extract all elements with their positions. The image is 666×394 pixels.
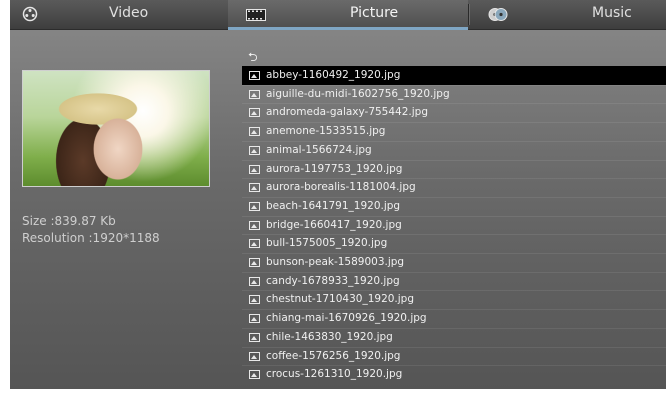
image-file-icon <box>249 108 260 118</box>
tab-music[interactable]: Music <box>468 0 666 29</box>
file-name: chile-1463830_1920.jpg <box>266 330 393 343</box>
image-file-icon <box>249 145 260 155</box>
file-list-item[interactable]: chile-1463830_1920.jpg <box>242 327 666 347</box>
file-name: bull-1575005_1920.jpg <box>266 237 388 250</box>
file-name: abbey-1160492_1920.jpg <box>266 69 401 81</box>
tab-video-label: Video <box>109 5 149 21</box>
file-list-item[interactable]: aurora-1197753_1920.jpg <box>242 159 666 179</box>
file-list-item[interactable]: anemone-1533515.jpg <box>242 122 666 141</box>
filmstrip-icon <box>246 9 266 21</box>
tab-picture-label: Picture <box>350 5 399 21</box>
file-list: ⮌ abbey-1160492_1920.jpg aiguille-du-midi… <box>242 48 666 388</box>
file-name: anemone-1533515.jpg <box>266 125 386 138</box>
file-size-text: Size :839.87 Kb <box>22 214 116 228</box>
media-player-window: Video Picture Music Size:839.87 Kb Reso… <box>10 0 666 389</box>
file-name: aiguille-du-midi-1602756_1920.jpg <box>266 87 450 100</box>
file-list-item[interactable]: aiguille-du-midi-1602756_1920.jpg <box>242 84 666 104</box>
image-file-icon <box>249 183 260 193</box>
file-name: beach-1641791_1920.jpg <box>266 199 401 212</box>
image-file-icon <box>249 239 260 249</box>
file-list-item[interactable]: andromeda-galaxy-755442.jpg <box>242 103 666 122</box>
file-name: coffee-1576256_1920.jpg <box>266 349 401 362</box>
back-icon[interactable]: ⮌ <box>248 48 268 64</box>
file-list-item[interactable]: abbey-1160492_1920.jpg <box>242 66 666 85</box>
selected-tab-indicator <box>228 27 468 30</box>
image-file-icon <box>249 276 260 286</box>
file-list-item[interactable]: candy-1678933_1920.jpg <box>242 271 666 291</box>
tab-video[interactable]: Video <box>10 0 228 29</box>
file-list-item[interactable]: coffee-1576256_1920.jpg <box>242 346 666 366</box>
tab-picture[interactable]: Picture <box>228 0 468 30</box>
resolution-text: Resolution :1920*1188 <box>22 231 160 245</box>
file-list-item[interactable]: beach-1641791_1920.jpg <box>242 196 666 216</box>
file-list-item[interactable]: bunson-peak-1589003.jpg <box>242 253 666 272</box>
file-name: bunson-peak-1589003.jpg <box>266 256 405 268</box>
image-file-icon <box>249 164 260 174</box>
file-list-item[interactable]: aurora-borealis-1181004.jpg <box>242 178 666 197</box>
image-file-icon <box>249 295 260 305</box>
file-list-item[interactable]: bull-1575005_1920.jpg <box>242 234 666 253</box>
file-name: bridge-1660417_1920.jpg <box>266 218 402 231</box>
file-name: chiang-mai-1670926_1920.jpg <box>266 312 427 325</box>
image-file-icon <box>249 258 260 267</box>
tab-bar: Video Picture Music <box>10 0 666 30</box>
file-name: chestnut-1710430_1920.jpg <box>266 293 415 306</box>
image-file-icon <box>249 370 260 380</box>
picture-preview-thumbnail <box>22 70 210 187</box>
file-name: aurora-1197753_1920.jpg <box>266 162 403 175</box>
file-list-item[interactable]: animal-1566724.jpg <box>242 140 666 160</box>
file-list-item[interactable]: bridge-1660417_1920.jpg <box>242 215 666 235</box>
image-file-icon <box>249 127 260 137</box>
image-file-icon <box>249 314 260 324</box>
file-name: crocus-1261310_1920.jpg <box>266 368 403 381</box>
image-file-icon <box>249 220 260 230</box>
image-file-icon <box>249 89 260 99</box>
image-file-icon <box>249 351 260 361</box>
file-name: andromeda-galaxy-755442.jpg <box>266 106 428 119</box>
file-list-item[interactable]: crocus-1261310_1920.jpg <box>242 365 666 384</box>
file-list-item[interactable]: chiang-mai-1670926_1920.jpg <box>242 309 666 328</box>
tab-music-label: Music <box>592 5 632 21</box>
music-cd-icon <box>488 8 508 21</box>
file-name: animal-1566724.jpg <box>266 143 372 156</box>
image-file-icon <box>249 332 260 342</box>
file-list-item[interactable]: chestnut-1710430_1920.jpg <box>242 290 666 309</box>
file-name: candy-1678933_1920.jpg <box>266 274 400 287</box>
file-name: aurora-borealis-1181004.jpg <box>266 181 416 194</box>
image-file-icon <box>249 201 260 211</box>
image-file-icon <box>249 71 260 80</box>
film-reel-icon <box>22 6 38 22</box>
